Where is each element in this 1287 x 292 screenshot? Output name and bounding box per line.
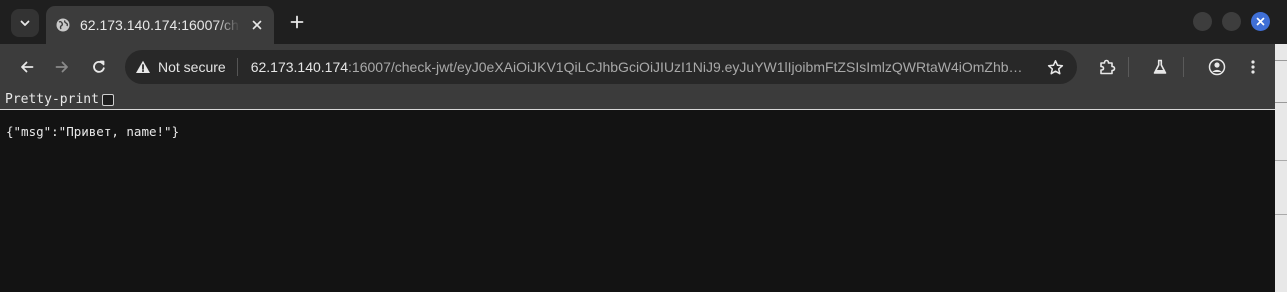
new-tab-button[interactable]: [284, 9, 310, 35]
pretty-print-bar: Pretty-print: [0, 90, 1275, 110]
reload-button[interactable]: [85, 53, 113, 81]
labs-button[interactable]: [1146, 53, 1174, 81]
address-bar[interactable]: Not secure 62.173.140.174:16007/check-jw…: [125, 50, 1077, 84]
tab-active[interactable]: 62.173.140.174:16007/check-jwt/eyJ0eXAiO…: [46, 6, 274, 44]
security-label[interactable]: Not secure: [158, 59, 226, 75]
warning-icon: [136, 60, 150, 73]
url-text[interactable]: 62.173.140.174:16007/check-jwt/eyJ0eXAiO…: [251, 59, 1031, 75]
tab-strip: 62.173.140.174:16007/check-jwt/eyJ0eXAiO…: [0, 0, 1287, 44]
maximize-button[interactable]: [1222, 12, 1241, 31]
account-icon: [1208, 58, 1226, 76]
globe-icon: [56, 18, 70, 32]
window-close-button[interactable]: [1251, 12, 1270, 31]
flask-icon: [1153, 59, 1167, 74]
arrow-right-icon: [55, 61, 68, 73]
page-content: Pretty-print {"msg":"Привет, name!"}: [0, 90, 1275, 292]
chevron-down-icon: [20, 20, 30, 26]
minimize-button[interactable]: [1193, 12, 1212, 31]
puzzle-icon: [1100, 59, 1116, 75]
back-button[interactable]: [13, 53, 41, 81]
tab-title: 62.173.140.174:16007/check-jwt/eyJ0eXAiO…: [80, 17, 240, 33]
reload-icon: [93, 60, 105, 73]
tab-search-button[interactable]: [11, 9, 39, 37]
toolbar: Not secure 62.173.140.174:16007/check-jw…: [0, 44, 1275, 90]
toolbar-separator: [1128, 57, 1129, 77]
toolbar-separator: [1183, 57, 1184, 77]
tab-close-button[interactable]: [246, 14, 268, 36]
pretty-print-label: Pretty-print: [5, 92, 99, 107]
url-host: 62.173.140.174: [250, 59, 349, 75]
omnibox-divider: [236, 58, 238, 76]
menu-button[interactable]: [1239, 53, 1267, 81]
background-window-edge: [1275, 44, 1287, 292]
profile-button[interactable]: [1203, 53, 1231, 81]
extensions-button[interactable]: [1093, 53, 1121, 81]
close-icon: [1256, 17, 1265, 26]
bookmark-button[interactable]: [1045, 57, 1065, 77]
arrow-left-icon: [21, 61, 34, 73]
star-icon: [1047, 59, 1063, 74]
forward-button[interactable]: [48, 53, 76, 81]
url-path: :16007/check-jwt/eyJ0eXAiOiJKV1QiLCJhbGc…: [348, 59, 1031, 75]
pretty-print-checkbox[interactable]: [101, 93, 114, 106]
plus-icon: [290, 15, 304, 29]
close-icon: [252, 20, 262, 30]
more-vert-icon: [1251, 60, 1255, 74]
json-body: {"msg":"Привет, name!"}: [6, 124, 180, 139]
